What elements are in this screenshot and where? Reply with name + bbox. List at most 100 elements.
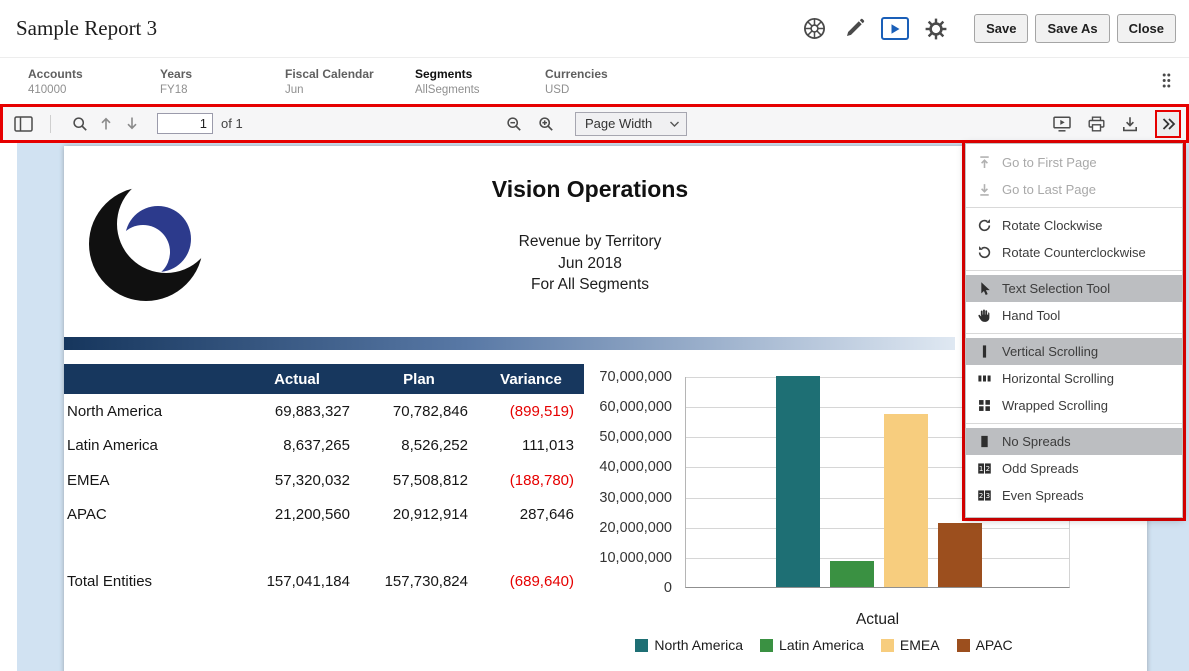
presentation-mode-icon[interactable] bbox=[1049, 111, 1075, 137]
edit-pencil-icon[interactable] bbox=[841, 15, 868, 42]
pov-more-icon[interactable] bbox=[1161, 72, 1172, 94]
go-first-page-icon bbox=[976, 154, 993, 171]
search-icon[interactable] bbox=[67, 111, 93, 137]
download-icon[interactable] bbox=[1117, 111, 1143, 137]
y-tick-label: 20,000,000 bbox=[584, 520, 672, 536]
chart-bar-apac bbox=[938, 523, 982, 587]
legend-label: APAC bbox=[976, 637, 1013, 653]
previous-page-icon[interactable] bbox=[93, 111, 119, 137]
menu-item-text-selection-tool[interactable]: Text Selection Tool bbox=[966, 275, 1182, 302]
zoom-select[interactable]: Page Width bbox=[575, 112, 687, 136]
legend-item-emea: EMEA bbox=[881, 637, 940, 653]
vertical-scrolling-icon bbox=[976, 343, 993, 360]
menu-item-label: Odd Spreads bbox=[1002, 461, 1079, 476]
menu-item-hand-tool[interactable]: Hand Tool bbox=[966, 302, 1182, 329]
header-cell-variance: Variance bbox=[478, 371, 584, 388]
legend-label: EMEA bbox=[900, 637, 940, 653]
wrapped-scrolling-icon bbox=[976, 397, 993, 414]
menu-item-horizontal-scrolling[interactable]: Horizontal Scrolling bbox=[966, 365, 1182, 392]
actual-cell: 69,883,327 bbox=[234, 403, 360, 420]
chevron-down-icon bbox=[670, 121, 679, 127]
menu-item-no-spreads[interactable]: No Spreads bbox=[966, 428, 1182, 455]
menu-item-go-to-first-page: Go to First Page bbox=[966, 149, 1182, 176]
variance-cell: (188,780) bbox=[478, 472, 584, 489]
subtitle-line: Revenue by Territory bbox=[64, 231, 1116, 253]
secondary-toolbar-annotation: Go to First Page Go to Last Page Rotate Cl… bbox=[962, 140, 1186, 521]
pov-label: Currencies bbox=[545, 67, 745, 81]
svg-text:3: 3 bbox=[986, 491, 990, 500]
pov-item-segments[interactable]: SegmentsAllSegments bbox=[415, 67, 545, 96]
pdf-toolbar: of 1 Page Width bbox=[0, 104, 1189, 143]
subtitle-line: For All Segments bbox=[64, 274, 1116, 296]
chart-bar-latin-america bbox=[830, 561, 874, 587]
zoom-out-icon[interactable] bbox=[501, 111, 527, 137]
entity-name-cell: EMEA bbox=[64, 472, 234, 489]
menu-item-wrapped-scrolling[interactable]: Wrapped Scrolling bbox=[966, 392, 1182, 419]
actual-cell: 8,637,265 bbox=[234, 437, 360, 454]
menu-item-odd-spreads[interactable]: 12 Odd Spreads bbox=[966, 455, 1182, 482]
more-tools-button[interactable] bbox=[1155, 110, 1181, 138]
zoom-in-icon[interactable] bbox=[533, 111, 559, 137]
top-header: Sample Report 3 Save Save As Close bbox=[0, 0, 1189, 57]
y-tick-label: 30,000,000 bbox=[584, 490, 672, 506]
pov-item-years[interactable]: YearsFY18 bbox=[160, 67, 285, 96]
print-icon[interactable] bbox=[1083, 111, 1109, 137]
menu-item-label: Go to First Page bbox=[1002, 155, 1097, 170]
plan-cell: 157,730,824 bbox=[360, 573, 478, 590]
chart-x-label: Actual bbox=[685, 611, 1070, 629]
close-button[interactable]: Close bbox=[1117, 14, 1176, 43]
page-number-input[interactable] bbox=[157, 113, 213, 134]
toolbar-right bbox=[1049, 110, 1181, 138]
menu-separator bbox=[966, 207, 1182, 208]
menu-item-label: No Spreads bbox=[1002, 434, 1071, 449]
save-as-button[interactable]: Save As bbox=[1035, 14, 1109, 43]
chart-gridline bbox=[686, 528, 1069, 529]
y-tick-label: 60,000,000 bbox=[584, 399, 672, 415]
actual-cell: 157,041,184 bbox=[234, 573, 360, 590]
chart-legend: North AmericaLatin AmericaEMEAAPAC bbox=[394, 637, 1189, 653]
table-row-total-entities: Total Entities157,041,184157,730,824(689… bbox=[64, 564, 584, 599]
menu-item-label: Hand Tool bbox=[1002, 308, 1060, 323]
rotate-clockwise-icon bbox=[976, 217, 993, 234]
toggle-sidebar-icon[interactable] bbox=[10, 111, 36, 137]
chart-gridline bbox=[686, 558, 1069, 559]
no-spreads-icon bbox=[976, 433, 993, 450]
legend-swatch bbox=[635, 639, 648, 652]
play-button[interactable] bbox=[881, 17, 909, 40]
toolbar-center: Page Width bbox=[501, 111, 687, 137]
menu-item-vertical-scrolling[interactable]: Vertical Scrolling bbox=[966, 338, 1182, 365]
horizontal-scrolling-icon bbox=[976, 370, 993, 387]
legend-label: Latin America bbox=[779, 637, 864, 653]
menu-item-label: Wrapped Scrolling bbox=[1002, 398, 1108, 413]
save-button[interactable]: Save bbox=[974, 14, 1028, 43]
table-header-row: ActualPlanVariance bbox=[64, 364, 584, 394]
menu-item-label: Even Spreads bbox=[1002, 488, 1084, 503]
y-tick-label: 40,000,000 bbox=[584, 459, 672, 475]
svg-text:1: 1 bbox=[979, 464, 983, 473]
pov-item-fiscal-calendar[interactable]: Fiscal CalendarJun bbox=[285, 67, 415, 96]
legend-swatch bbox=[760, 639, 773, 652]
menu-item-rotate-clockwise[interactable]: Rotate Clockwise bbox=[966, 212, 1182, 239]
menu-separator bbox=[966, 333, 1182, 334]
pov-item-accounts[interactable]: Accounts410000 bbox=[28, 67, 160, 96]
wheel-icon[interactable] bbox=[801, 15, 828, 42]
y-tick-label: 10,000,000 bbox=[584, 550, 672, 566]
y-tick-label: 70,000,000 bbox=[584, 369, 672, 385]
pov-value: USD bbox=[545, 84, 745, 96]
legend-item-apac: APAC bbox=[957, 637, 1013, 653]
pov-label: Years bbox=[160, 67, 285, 81]
table-row-north-america: North America69,883,32770,782,846(899,51… bbox=[64, 394, 584, 429]
pov-item-currencies[interactable]: Currencies USD bbox=[545, 67, 745, 96]
entity-name-cell: Latin America bbox=[64, 437, 234, 454]
pov-bar: Accounts410000YearsFY18Fiscal CalendarJu… bbox=[0, 57, 1189, 104]
entity-name-cell: North America bbox=[64, 403, 234, 420]
gear-icon[interactable] bbox=[922, 15, 949, 42]
menu-item-label: Go to Last Page bbox=[1002, 182, 1096, 197]
table-row-apac: APAC21,200,56020,912,914287,646 bbox=[64, 498, 584, 533]
svg-text:2: 2 bbox=[986, 464, 990, 473]
menu-item-rotate-counterclockwise[interactable]: Rotate Counterclockwise bbox=[966, 239, 1182, 266]
pov-value: 410000 bbox=[28, 84, 160, 96]
menu-item-even-spreads[interactable]: 23Even Spreads bbox=[966, 482, 1182, 509]
next-page-icon[interactable] bbox=[119, 111, 145, 137]
entity-name-cell: Total Entities bbox=[64, 573, 234, 590]
